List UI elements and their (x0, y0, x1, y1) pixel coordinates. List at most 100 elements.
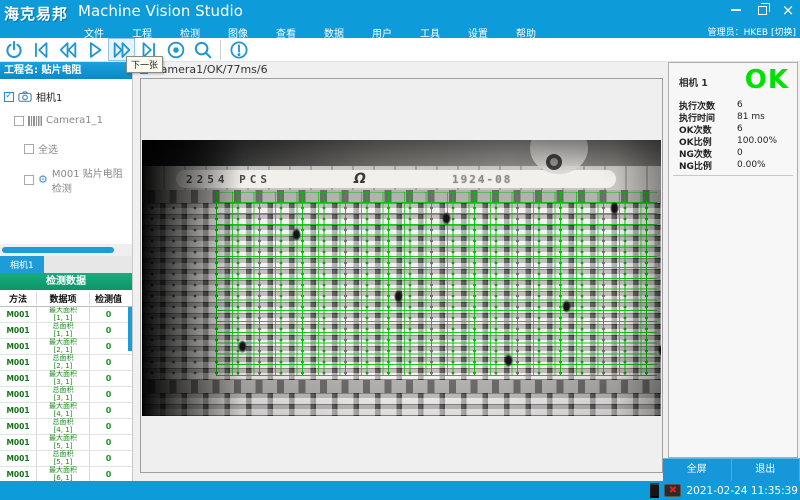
project-tree: ✓ 相机1 Camera1_1 全选 ⚙ M001 贴片电阻检测 (0, 79, 132, 244)
fullscreen-button[interactable]: 全屏 (663, 458, 732, 481)
camera-tab-row: 相机1 (0, 256, 132, 273)
table-row[interactable]: M001总面积[5, 1]0 (0, 451, 132, 467)
stat-row: 执行次数6 (679, 99, 789, 111)
empty-pocket-blob (562, 300, 571, 313)
restore-button[interactable] (754, 2, 770, 18)
power-button[interactable] (0, 38, 27, 61)
camera-icon (18, 91, 32, 102)
magnifier-icon (192, 39, 214, 61)
footer-buttons: 全屏 退出 (663, 458, 800, 481)
table-row[interactable]: M001最大面积[1, 1]0 (0, 307, 132, 323)
tray-lot-text: 1924-08 (452, 173, 512, 186)
app-window: 海克易邦 Machine Vision Studio × 文件工程检测图像查看数… (0, 0, 800, 500)
table-row[interactable]: M001总面积[4, 1]0 (0, 419, 132, 435)
empty-pocket-blob (442, 212, 451, 225)
empty-pocket-blob (292, 228, 301, 241)
app-title: Machine Vision Studio (78, 2, 243, 20)
status-bar: ✖ 2021-02-24 11:35:39 (0, 481, 800, 500)
table-row[interactable]: M001最大面积[3, 1]0 (0, 371, 132, 387)
stat-row: OK比例100.00% (679, 135, 789, 147)
switch-user-link[interactable]: [切换] (771, 28, 796, 38)
column-method: 方法 (0, 292, 36, 305)
skip-first-icon (30, 39, 52, 61)
camera-image[interactable]: 2254 PCS Ω 1924-08 (142, 140, 661, 416)
screw-hole (546, 154, 562, 170)
viewer-result-text: Camera1/OK/77ms/6 (153, 63, 268, 76)
column-item: 数据项 (36, 292, 90, 305)
table-row[interactable]: M001最大面积[4, 1]0 (0, 403, 132, 419)
info-icon (228, 39, 250, 61)
admin-user: 管理员：HKEB (708, 28, 769, 38)
empty-pocket-blob (394, 290, 403, 303)
brand-mark: Ω (354, 171, 366, 187)
title-bar: 海克易邦 Machine Vision Studio × (0, 0, 800, 23)
pc-status-icon (650, 483, 659, 498)
gear-icon: ⚙ (38, 175, 48, 185)
close-button[interactable]: × (780, 2, 796, 18)
zoom-button[interactable] (189, 38, 216, 61)
detection-overlay-grid (216, 192, 657, 376)
toolbar-separator (220, 40, 221, 60)
table-row[interactable]: M001最大面积[2, 1]0 (0, 339, 132, 355)
stat-row: 执行时间81 ms (679, 111, 789, 123)
checkbox-icon[interactable] (14, 116, 24, 126)
table-row[interactable]: M001总面积[2, 1]0 (0, 355, 132, 371)
exit-button[interactable]: 退出 (732, 458, 800, 481)
column-value: 检测值 (90, 292, 127, 305)
scrollbar-thumb[interactable] (2, 247, 114, 253)
previous-icon (57, 39, 79, 61)
tree-item-label: Camera1_1 (46, 115, 103, 126)
tab-camera1[interactable]: 相机1 (0, 256, 44, 273)
status-badge: OK (745, 65, 789, 95)
empty-pocket-blob (238, 340, 247, 353)
continuous-run-button[interactable] (162, 38, 189, 61)
toolbar (0, 38, 800, 62)
left-panel: 工程名: 贴片电阻 ✓ 相机1 Camera1_1 全选 ⚙ M001 贴片电阻… (0, 62, 133, 481)
detect-table-body: M001最大面积[1, 1]0M001总面积[1, 1]0M001最大面积[2,… (0, 307, 132, 481)
stats-list: 执行次数6执行时间81 msOK次数6OK比例100.00%NG次数0NG比例0… (679, 99, 789, 171)
clock-text: 2021-02-24 11:35:39 (686, 485, 798, 497)
monitor-disconnected-icon: ✖ (664, 484, 681, 497)
table-row[interactable]: M001最大面积[6, 1]0 (0, 467, 132, 481)
tree-item-select-all[interactable]: 全选 (24, 141, 58, 156)
record-icon (165, 39, 187, 61)
admin-label: 管理员：HKEB [切换] (708, 25, 796, 38)
close-icon: × (782, 3, 795, 17)
restore-icon (758, 6, 767, 15)
barcode-icon (28, 116, 42, 126)
checkbox-icon[interactable] (24, 175, 34, 185)
tray-pcs-text: 2254 PCS (186, 173, 271, 186)
app-logo: 海克易邦 (4, 3, 74, 24)
table-row[interactable]: M001总面积[1, 1]0 (0, 323, 132, 339)
tree-item-m001[interactable]: ⚙ M001 贴片电阻检测 (24, 165, 132, 195)
table-row[interactable]: M001最大面积[5, 1]0 (0, 435, 132, 451)
tree-item-label: M001 贴片电阻检测 (52, 165, 132, 195)
first-image-button[interactable] (27, 38, 54, 61)
checkbox-icon[interactable] (24, 144, 34, 154)
minimize-button[interactable] (728, 2, 744, 18)
component-array-bottom (142, 393, 661, 416)
info-button[interactable] (225, 38, 252, 61)
power-icon (3, 39, 25, 61)
empty-pocket-blob (610, 202, 619, 215)
tree-item-camera1-1[interactable]: Camera1_1 (14, 115, 103, 126)
detect-table-header: 方法 数据项 检测值 (0, 290, 132, 307)
stat-row: NG次数0 (679, 147, 789, 159)
result-camera-label: 相机 1 (679, 75, 708, 89)
tree-item-label: 相机1 (36, 89, 62, 104)
empty-pocket-blob (658, 344, 661, 357)
tree-horizontal-scrollbar[interactable] (0, 244, 132, 256)
table-vertical-scrollbar[interactable] (128, 307, 132, 351)
tree-item-label: 全选 (38, 141, 58, 156)
play-icon (84, 39, 106, 61)
run-button[interactable] (81, 38, 108, 61)
menu-bar: 文件工程检测图像查看数据用户工具设置帮助 管理员：HKEB [切换] (0, 23, 800, 38)
previous-image-button[interactable] (54, 38, 81, 61)
checkbox-checked-icon[interactable]: ✓ (4, 92, 14, 102)
table-row[interactable]: M001总面积[3, 1]0 (0, 387, 132, 403)
stat-row: OK次数6 (679, 123, 789, 135)
empty-pocket-blob (504, 354, 513, 367)
result-panel: 相机 1 OK 执行次数6执行时间81 msOK次数6OK比例100.00%NG… (668, 62, 798, 458)
tree-item-camera1[interactable]: ✓ 相机1 (4, 89, 62, 104)
stats-separator (673, 175, 793, 176)
